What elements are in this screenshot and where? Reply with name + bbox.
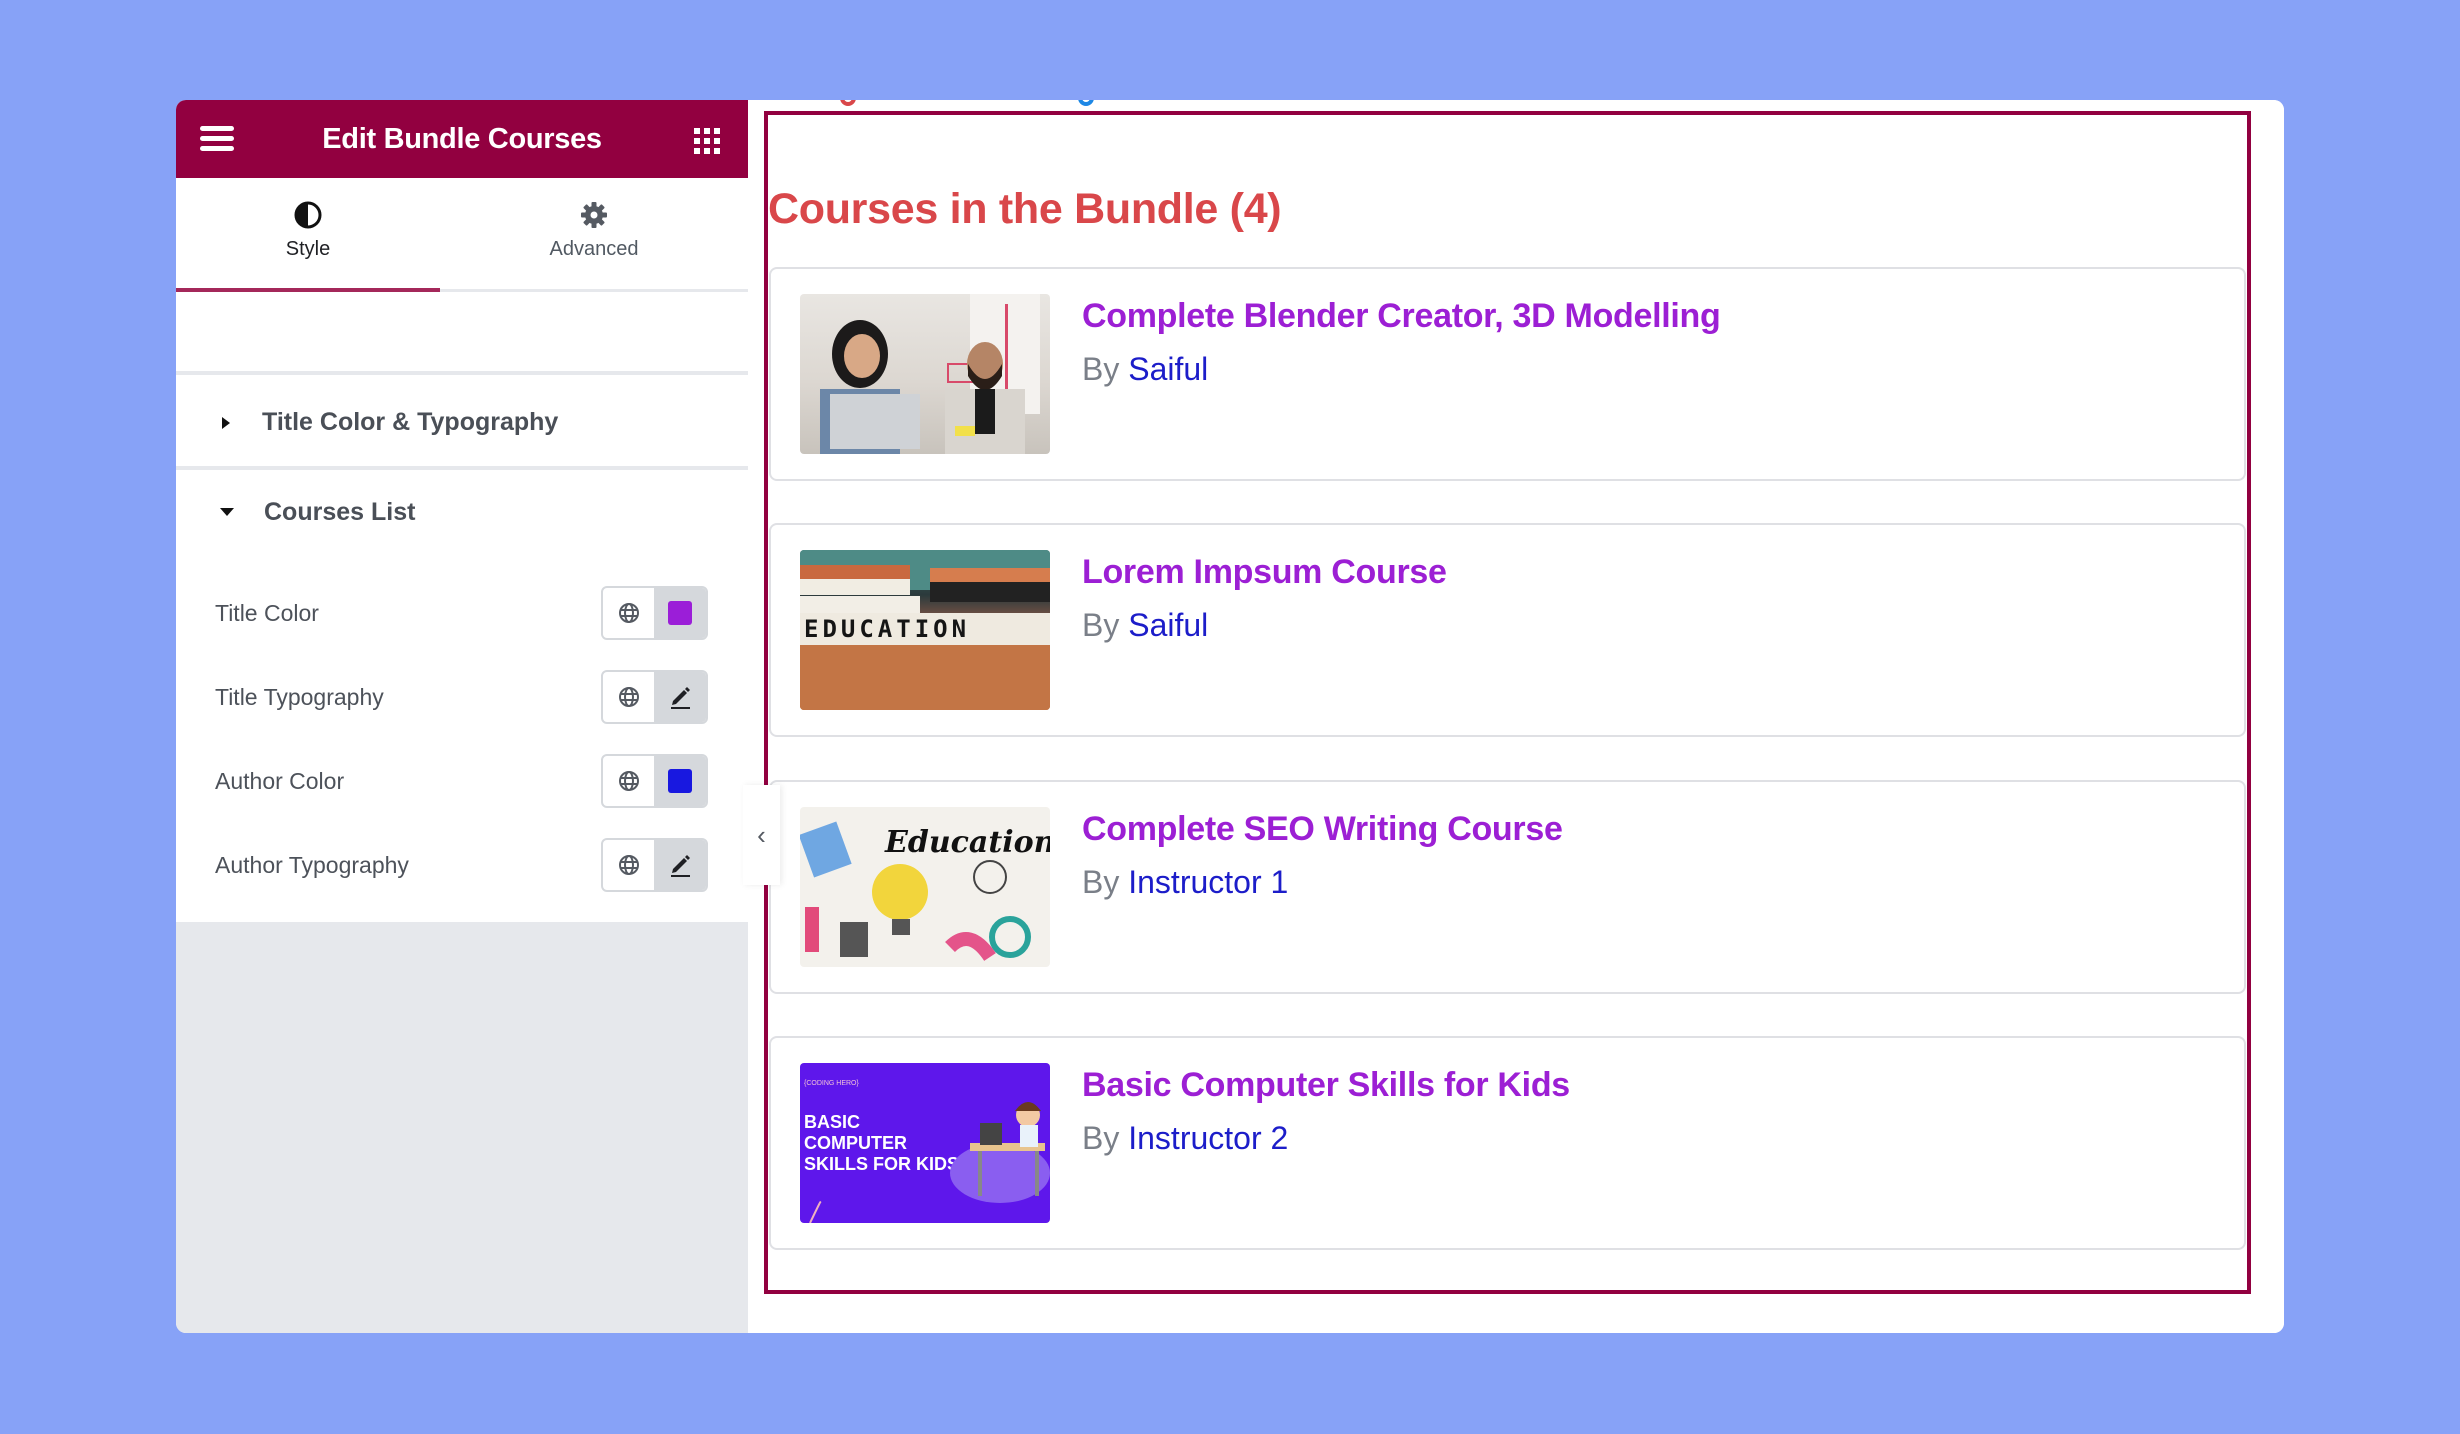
people-at-laptop-image	[820, 294, 1040, 454]
by-label: By	[1082, 864, 1120, 900]
control-author-color: Author Color	[176, 754, 748, 808]
color-control	[601, 754, 708, 808]
course-card[interactable]: Complete Blender Creator, 3D Modelling B…	[769, 267, 2246, 481]
thumbnail-tag: {CODING HERO}	[804, 1080, 860, 1087]
caret-down-icon	[220, 508, 234, 516]
global-button[interactable]	[603, 672, 654, 722]
author-link[interactable]: Saiful	[1128, 607, 1208, 643]
edit-typography-button[interactable]	[654, 840, 706, 890]
chevron-left-icon: ‹	[757, 819, 766, 850]
tab-advanced[interactable]: Advanced	[462, 178, 726, 289]
control-title-typography: Title Typography	[176, 670, 748, 724]
section-label: Title Color & Typography	[262, 408, 559, 436]
color-swatch	[668, 769, 692, 793]
editor-panel: Edit Bundle Courses Style Advanced Title…	[176, 100, 748, 1333]
by-label: By	[1082, 1120, 1120, 1156]
education-doodle-image: Education	[800, 821, 1050, 962]
course-title[interactable]: Lorem Impsum Course	[1082, 553, 1447, 592]
control-label: Title Color	[215, 599, 319, 626]
typography-control	[601, 838, 708, 892]
bundle-courses-widget[interactable]: Courses in the Bundle (4) Complete Blend…	[764, 111, 2251, 1294]
globe-icon	[618, 855, 639, 875]
control-label: Author Color	[215, 767, 345, 794]
tab-style-label: Style	[285, 238, 331, 260]
author-link[interactable]: Instructor 2	[1128, 1120, 1288, 1156]
thumbnail-line: SKILLS FOR KIDS	[804, 1154, 959, 1174]
tab-advanced-label: Advanced	[549, 238, 639, 260]
color-picker-button[interactable]	[654, 756, 706, 806]
section-courses-list[interactable]: Courses List	[176, 473, 748, 551]
course-author: By Saiful	[1082, 351, 1208, 388]
control-title-color: Title Color	[176, 586, 748, 640]
control-author-typography: Author Typography	[176, 838, 748, 892]
author-link[interactable]: Instructor 1	[1128, 864, 1288, 900]
control-label: Title Typography	[215, 683, 384, 710]
color-picker-button[interactable]	[654, 588, 706, 638]
color-control	[601, 586, 708, 640]
panel-title: Edit Bundle Courses	[322, 122, 602, 155]
preview-canvas: Courses in the Bundle (4) Complete Blend…	[748, 100, 2284, 1333]
cut-off-text-fragment	[840, 100, 856, 106]
globe-icon	[618, 603, 639, 623]
edit-typography-button[interactable]	[654, 672, 706, 722]
section-title-color-typography[interactable]: Title Color & Typography	[176, 379, 748, 470]
course-author: By Instructor 2	[1082, 1120, 1288, 1157]
empty-section	[176, 292, 748, 375]
thumbnail-text: EDUCATION	[804, 615, 970, 643]
by-label: By	[1082, 351, 1120, 387]
course-thumbnail[interactable]: {CODING HERO} BASIC COMPUTER SKILLS FOR …	[800, 1063, 1050, 1223]
course-thumbnail[interactable]: Education	[800, 807, 1050, 967]
typography-control	[601, 670, 708, 724]
section-label: Courses List	[264, 497, 416, 526]
editor-window: Edit Bundle Courses Style Advanced Title…	[176, 100, 2284, 1333]
thumbnail-line: BASIC	[804, 1112, 860, 1132]
author-link[interactable]: Saiful	[1128, 351, 1208, 387]
course-title[interactable]: Complete SEO Writing Course	[1082, 810, 1563, 849]
panel-header: Edit Bundle Courses	[176, 100, 748, 178]
caret-right-icon	[222, 416, 230, 429]
bundle-title: Courses in the Bundle (4)	[768, 185, 1282, 233]
kids-computer-image: {CODING HERO} BASIC COMPUTER SKILLS FOR …	[804, 1080, 1050, 1223]
color-swatch	[668, 601, 692, 625]
course-thumbnail[interactable]	[800, 294, 1050, 454]
pencil-icon	[671, 855, 690, 877]
course-card[interactable]: {CODING HERO} BASIC COMPUTER SKILLS FOR …	[769, 1036, 2246, 1250]
by-label: By	[1082, 607, 1120, 643]
thumbnail-line: COMPUTER	[804, 1133, 907, 1153]
course-card[interactable]: Education Complete SEO Writing Course By…	[769, 780, 2246, 994]
global-button[interactable]	[603, 588, 654, 638]
course-card[interactable]: EDUCATION Lorem Impsum Course By Saiful	[769, 523, 2246, 737]
panel-body: Style Advanced Title Color & Typography …	[176, 178, 748, 922]
globe-icon	[618, 687, 639, 707]
course-author: By Saiful	[1082, 607, 1208, 644]
cut-off-text-fragment	[1078, 100, 1094, 106]
panel-tabs: Style Advanced	[176, 178, 748, 292]
course-title[interactable]: Complete Blender Creator, 3D Modelling	[1082, 297, 1721, 336]
contrast-icon	[294, 201, 322, 229]
control-label: Author Typography	[215, 851, 409, 878]
global-button[interactable]	[603, 840, 654, 890]
hamburger-icon[interactable]	[200, 126, 234, 152]
pencil-icon	[671, 687, 690, 709]
education-blocks-image: EDUCATION	[800, 550, 1050, 710]
course-thumbnail[interactable]: EDUCATION	[800, 550, 1050, 710]
course-title[interactable]: Basic Computer Skills for Kids	[1082, 1066, 1570, 1105]
course-author: By Instructor 1	[1082, 864, 1288, 901]
tab-style[interactable]: Style	[176, 178, 440, 289]
globe-icon	[618, 771, 639, 791]
global-button[interactable]	[603, 756, 654, 806]
thumbnail-text: Education	[884, 825, 1050, 860]
grid-icon[interactable]	[694, 128, 720, 154]
collapse-panel-button[interactable]: ‹	[743, 785, 780, 885]
gear-icon	[581, 202, 607, 228]
